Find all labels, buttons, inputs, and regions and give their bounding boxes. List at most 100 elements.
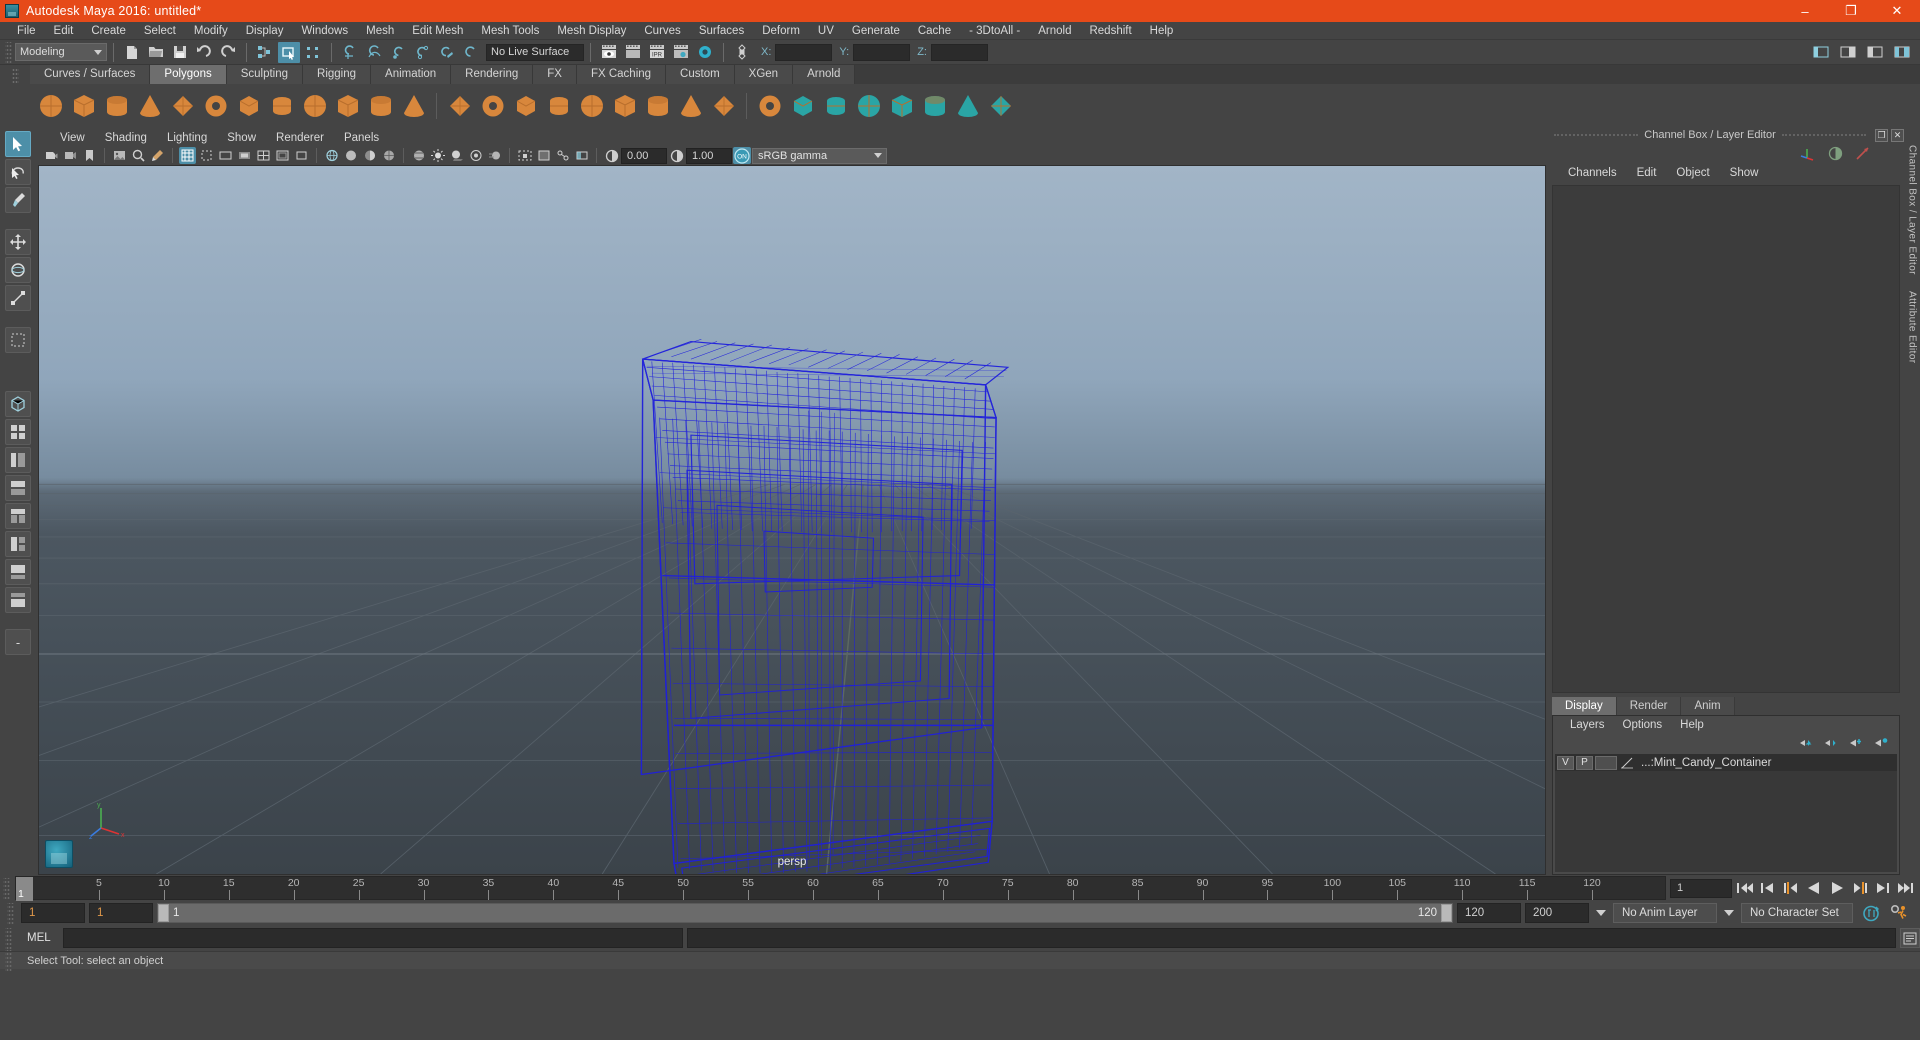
grease-pencil-icon[interactable]: [149, 147, 166, 164]
menu-item-cache[interactable]: Cache: [909, 22, 960, 40]
layout-two-panes-button[interactable]: [5, 531, 31, 557]
panel-restore-button[interactable]: ❐: [1875, 128, 1888, 142]
viewport-menu-lighting[interactable]: Lighting: [157, 132, 217, 144]
show-hide-channel-box-icon[interactable]: [1891, 42, 1913, 63]
redo-icon[interactable]: [217, 42, 239, 63]
current-frame-field[interactable]: 1: [1670, 878, 1732, 898]
channel-box-menu-object[interactable]: Object: [1666, 167, 1719, 179]
menu-item-3dtoall[interactable]: - 3DtoAll -: [960, 22, 1029, 40]
image-plane-icon[interactable]: [111, 147, 128, 164]
make-live-icon[interactable]: [459, 42, 481, 63]
viewport-menu-view[interactable]: View: [50, 132, 95, 144]
poly-cube-icon[interactable]: [69, 91, 98, 120]
layout-persp-outliner-button[interactable]: [5, 447, 31, 473]
poly-booleans-intersection-icon[interactable]: [821, 91, 850, 120]
poly-triangulate-icon[interactable]: [920, 91, 949, 120]
poly-torus-icon[interactable]: [201, 91, 230, 120]
go-to-end-icon[interactable]: [1896, 878, 1916, 898]
menu-item-file[interactable]: File: [8, 22, 45, 40]
range-start-time-field[interactable]: 1: [89, 903, 153, 923]
step-forward-key-icon[interactable]: [1850, 878, 1870, 898]
poly-quadrangulate-icon[interactable]: [953, 91, 982, 120]
minimize-button[interactable]: –: [1782, 0, 1828, 22]
use-all-lights-icon[interactable]: [429, 147, 446, 164]
poly-wedge-icon[interactable]: [676, 91, 705, 120]
layer-tab-anim[interactable]: Anim: [1681, 697, 1735, 715]
layout-persp-relationship-button[interactable]: [5, 587, 31, 613]
z-axis-field[interactable]: [930, 43, 988, 61]
exposure-value-field[interactable]: 0.00: [621, 147, 667, 164]
poly-sphere-icon[interactable]: [36, 91, 65, 120]
layer-tab-render[interactable]: Render: [1616, 697, 1682, 715]
resolution-gate-icon[interactable]: [217, 147, 234, 164]
side-tab-attribute-editor[interactable]: Attribute Editor: [1907, 291, 1918, 364]
move-layer-down-icon[interactable]: [1824, 737, 1839, 749]
shelf-tab-rigging[interactable]: Rigging: [303, 65, 372, 84]
poly-pyramid-icon[interactable]: [267, 91, 296, 120]
poly-bevel-icon[interactable]: [577, 91, 606, 120]
range-slider-right-handle[interactable]: [1441, 904, 1452, 922]
poly-crease-icon[interactable]: [986, 91, 1015, 120]
poly-append-icon[interactable]: [643, 91, 672, 120]
show-hide-tool-settings-icon[interactable]: [1864, 42, 1886, 63]
safe-action-icon[interactable]: [274, 147, 291, 164]
go-to-start-icon[interactable]: [1735, 878, 1755, 898]
x-axis-field[interactable]: [775, 43, 833, 61]
shelf-tab-polygons[interactable]: Polygons: [150, 65, 227, 84]
exposure-icon[interactable]: [603, 147, 620, 164]
paint-select-tool-button[interactable]: [5, 187, 31, 213]
wireframe-on-shaded-icon[interactable]: [380, 147, 397, 164]
range-slider-left-handle[interactable]: [158, 904, 169, 922]
layout-persp-graph-button[interactable]: [5, 475, 31, 501]
command-line-gripper[interactable]: [5, 927, 12, 949]
field-chart-icon[interactable]: [255, 147, 272, 164]
menu-set-selector[interactable]: Modeling: [15, 43, 107, 61]
modeling-toolkit-icon[interactable]: [1855, 146, 1870, 161]
new-layer-icon[interactable]: [1849, 737, 1864, 749]
save-scene-icon[interactable]: [169, 42, 191, 63]
poly-duplicate-icon[interactable]: [709, 91, 738, 120]
poly-reduce-icon[interactable]: [887, 91, 916, 120]
poly-cylinder-icon[interactable]: [102, 91, 131, 120]
range-slider[interactable]: 1 120: [157, 903, 1453, 923]
menu-item-windows[interactable]: Windows: [292, 22, 357, 40]
xray-joints-icon[interactable]: [554, 147, 571, 164]
snap-to-grid-icon[interactable]: [339, 42, 361, 63]
gate-mask-icon[interactable]: [236, 147, 253, 164]
select-camera-icon[interactable]: [43, 147, 60, 164]
time-slider-gripper[interactable]: [3, 877, 10, 899]
character-set-chevron-icon[interactable]: [1724, 910, 1734, 916]
channel-box-content[interactable]: [1552, 185, 1900, 693]
shelf-tab-sculpting[interactable]: Sculpting: [226, 65, 304, 84]
poly-platonic-icon[interactable]: [399, 91, 428, 120]
menu-item-edit[interactable]: Edit: [45, 22, 83, 40]
command-output-field[interactable]: [686, 928, 1896, 948]
layer-menu-options[interactable]: Options: [1614, 719, 1672, 731]
snap-to-curve-icon[interactable]: [363, 42, 385, 63]
menu-item-mesh[interactable]: Mesh: [357, 22, 403, 40]
smooth-shade-all-icon[interactable]: [342, 147, 359, 164]
more-layouts-button[interactable]: -: [5, 629, 31, 655]
step-forward-frame-icon[interactable]: [1873, 878, 1893, 898]
menu-item-mesh-display[interactable]: Mesh Display: [548, 22, 635, 40]
auto-keyframe-icon[interactable]: [1862, 904, 1881, 923]
side-tab-channel-box[interactable]: Channel Box / Layer Editor: [1907, 145, 1918, 275]
poly-mirror-icon[interactable]: [854, 91, 883, 120]
undo-icon[interactable]: [193, 42, 215, 63]
status-line-gripper[interactable]: [5, 41, 12, 63]
display-layer-row[interactable]: V P ...:Mint_Candy_Container: [1555, 754, 1897, 771]
character-set-selector[interactable]: No Character Set: [1741, 903, 1853, 923]
shelf-tab-custom[interactable]: Custom: [666, 65, 735, 84]
move-layer-up-icon[interactable]: [1799, 737, 1814, 749]
range-slider-gripper[interactable]: [7, 902, 14, 924]
poly-soccer-ball-icon[interactable]: [366, 91, 395, 120]
y-axis-field[interactable]: [853, 43, 911, 61]
render-sequence-icon[interactable]: [622, 42, 644, 63]
layer-tab-display[interactable]: Display: [1552, 697, 1617, 715]
shelf-tab-fx-caching[interactable]: FX Caching: [576, 65, 667, 84]
two-d-pan-zoom-icon[interactable]: [130, 147, 147, 164]
shelf-gripper[interactable]: [11, 68, 19, 84]
layer-visibility-toggle[interactable]: V: [1557, 755, 1574, 770]
scale-tool-button[interactable]: [5, 285, 31, 311]
display-layer-list[interactable]: V P ...:Mint_Candy_Container: [1555, 754, 1897, 872]
